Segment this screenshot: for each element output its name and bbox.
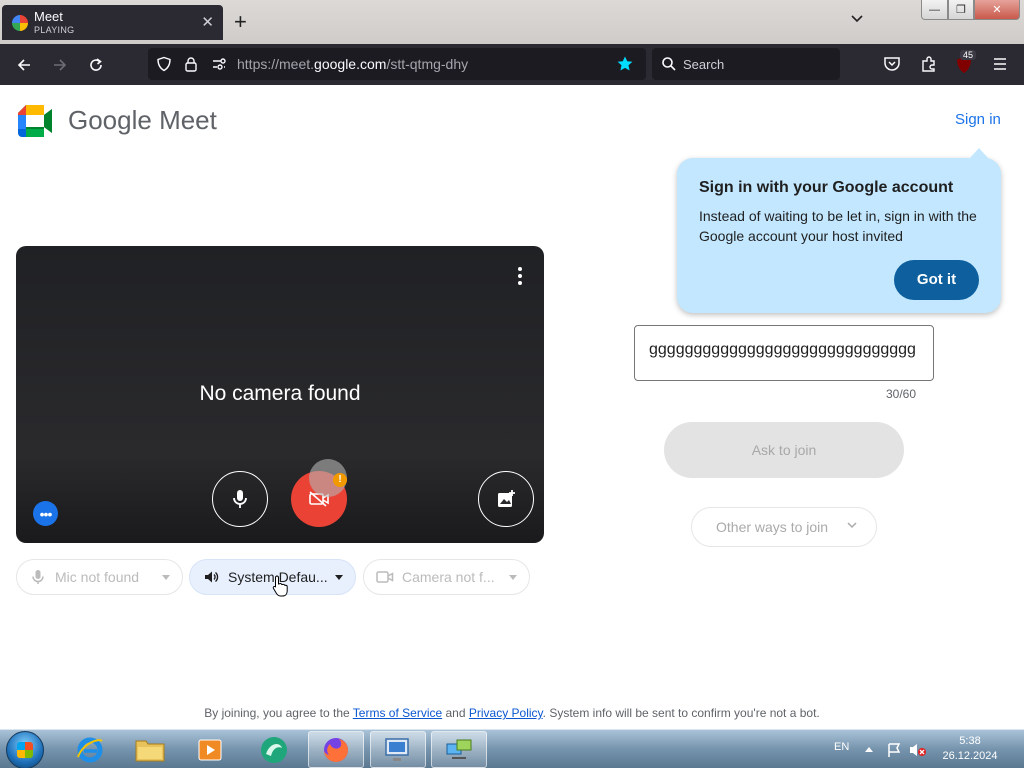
- terms-of-service-link[interactable]: Terms of Service: [353, 706, 442, 720]
- camera-select[interactable]: Camera not f...: [363, 559, 530, 595]
- show-hidden-icons-icon[interactable]: [864, 745, 874, 753]
- tab-playing-status: PLAYING: [34, 25, 75, 35]
- video-preview: No camera found ! •••: [16, 246, 544, 543]
- hand-cursor-icon: [272, 575, 288, 597]
- language-indicator[interactable]: EN: [834, 741, 849, 768]
- clock-time: 5:38: [959, 735, 981, 747]
- ask-to-join-button[interactable]: Ask to join: [664, 422, 904, 478]
- meet-favicon-icon: [12, 15, 28, 31]
- brand-name: Google Meet: [68, 105, 217, 135]
- mic-icon: [29, 568, 47, 586]
- address-bar[interactable]: https://meet.google.com/stt-qtmg-dhy: [148, 48, 646, 80]
- name-input[interactable]: [649, 341, 932, 359]
- internet-explorer-taskbar-icon[interactable]: [62, 731, 118, 768]
- start-button[interactable]: [6, 731, 44, 768]
- camera-warning-indicator: !: [309, 459, 347, 497]
- restore-window-icon[interactable]: ❐: [948, 0, 974, 20]
- app-taskbar-icon[interactable]: [246, 731, 302, 768]
- browser-tab-strip: Meet PLAYING ✕ + — ❐ ✕: [0, 0, 1024, 44]
- video-camera-icon: [376, 568, 394, 586]
- search-placeholder: Search: [683, 57, 725, 72]
- file-explorer-taskbar-icon[interactable]: [122, 731, 178, 768]
- visual-effects-button[interactable]: [478, 471, 534, 527]
- pocket-icon[interactable]: [883, 56, 901, 72]
- tab-title: Meet: [34, 9, 63, 24]
- visual-effects-icon: [498, 490, 515, 507]
- no-camera-message: No camera found: [199, 382, 361, 405]
- window-controls: — ❐ ✕: [921, 0, 1020, 20]
- clock-date: 26.12.2024: [942, 750, 998, 762]
- meet-page: Google Meet Sign in Sign in with your Go…: [0, 85, 1024, 729]
- windows-taskbar: EN 5:38 26.12.2024: [0, 729, 1024, 768]
- list-all-tabs-icon[interactable]: [850, 12, 864, 26]
- dropdown-arrow-icon: [162, 575, 170, 580]
- other-ways-to-join-button[interactable]: Other ways to join: [691, 507, 877, 547]
- hamburger-menu-icon[interactable]: [992, 57, 1008, 71]
- tab-close-icon[interactable]: ✕: [201, 13, 214, 31]
- minimize-window-icon[interactable]: —: [921, 0, 948, 20]
- name-field[interactable]: [634, 325, 934, 381]
- speaker-muted-icon[interactable]: [908, 742, 928, 758]
- tracking-protection-shield-icon[interactable]: [156, 56, 172, 72]
- forward-icon[interactable]: [47, 52, 73, 78]
- chevron-down-icon: [847, 522, 857, 529]
- browser-toolbar: https://meet.google.com/stt-qtmg-dhy Sea…: [0, 44, 1024, 85]
- lock-icon[interactable]: [184, 56, 198, 72]
- sign-in-link[interactable]: Sign in: [955, 111, 1001, 128]
- bookmark-star-icon[interactable]: [616, 55, 634, 73]
- site-permissions-icon[interactable]: [211, 56, 227, 72]
- back-icon[interactable]: [11, 52, 37, 78]
- other-ways-label: Other ways to join: [716, 519, 829, 535]
- reload-icon[interactable]: [83, 52, 109, 78]
- microphone-icon: [233, 490, 247, 508]
- tab-meet[interactable]: Meet PLAYING ✕: [2, 5, 223, 40]
- firefox-taskbar-icon[interactable]: [308, 731, 364, 768]
- tooltip-heading: Sign in with your Google account: [699, 179, 954, 196]
- close-window-icon[interactable]: ✕: [974, 0, 1020, 20]
- mic-select-label: Mic not found: [55, 569, 140, 585]
- media-player-taskbar-icon[interactable]: [182, 731, 238, 768]
- mic-select[interactable]: Mic not found: [16, 559, 183, 595]
- search-bar[interactable]: Search: [652, 48, 840, 80]
- speaker-icon: [202, 568, 220, 586]
- microphone-button[interactable]: [212, 471, 268, 527]
- extensions-puzzle-icon[interactable]: [920, 55, 938, 73]
- search-icon: [662, 57, 676, 71]
- system-clock[interactable]: 5:38 26.12.2024: [938, 734, 1002, 764]
- character-counter: 30/60: [886, 387, 917, 401]
- url-text[interactable]: https://meet.google.com/stt-qtmg-dhy: [237, 56, 468, 72]
- dropdown-arrow-icon: [335, 575, 343, 580]
- new-tab-icon[interactable]: +: [234, 9, 247, 35]
- windows-logo-icon: [17, 742, 33, 758]
- screen: Meet PLAYING ✕ + — ❐ ✕ https://meet.goog…: [0, 0, 1024, 768]
- action-center-flag-icon[interactable]: [886, 742, 902, 758]
- tooltip-body: Instead of waiting to be let in, sign in…: [699, 208, 977, 244]
- sign-in-tooltip: Sign in with your Google account Instead…: [677, 148, 1001, 313]
- more-options-icon[interactable]: [514, 266, 526, 286]
- dropdown-arrow-icon: [509, 575, 517, 580]
- more-options-dots-icon[interactable]: •••: [33, 501, 58, 526]
- privacy-policy-link[interactable]: Privacy Policy: [469, 706, 543, 720]
- remote-desktop-taskbar-icon[interactable]: [370, 731, 426, 768]
- extension-badge-count: 45: [960, 50, 977, 60]
- network-app-taskbar-icon[interactable]: [431, 731, 487, 768]
- got-it-button[interactable]: Got it: [894, 260, 979, 300]
- google-meet-logo-icon: [18, 105, 52, 137]
- warning-icon: !: [333, 473, 347, 487]
- camera-select-label: Camera not f...: [402, 569, 495, 585]
- legal-notice: By joining, you agree to the Terms of Se…: [204, 706, 820, 720]
